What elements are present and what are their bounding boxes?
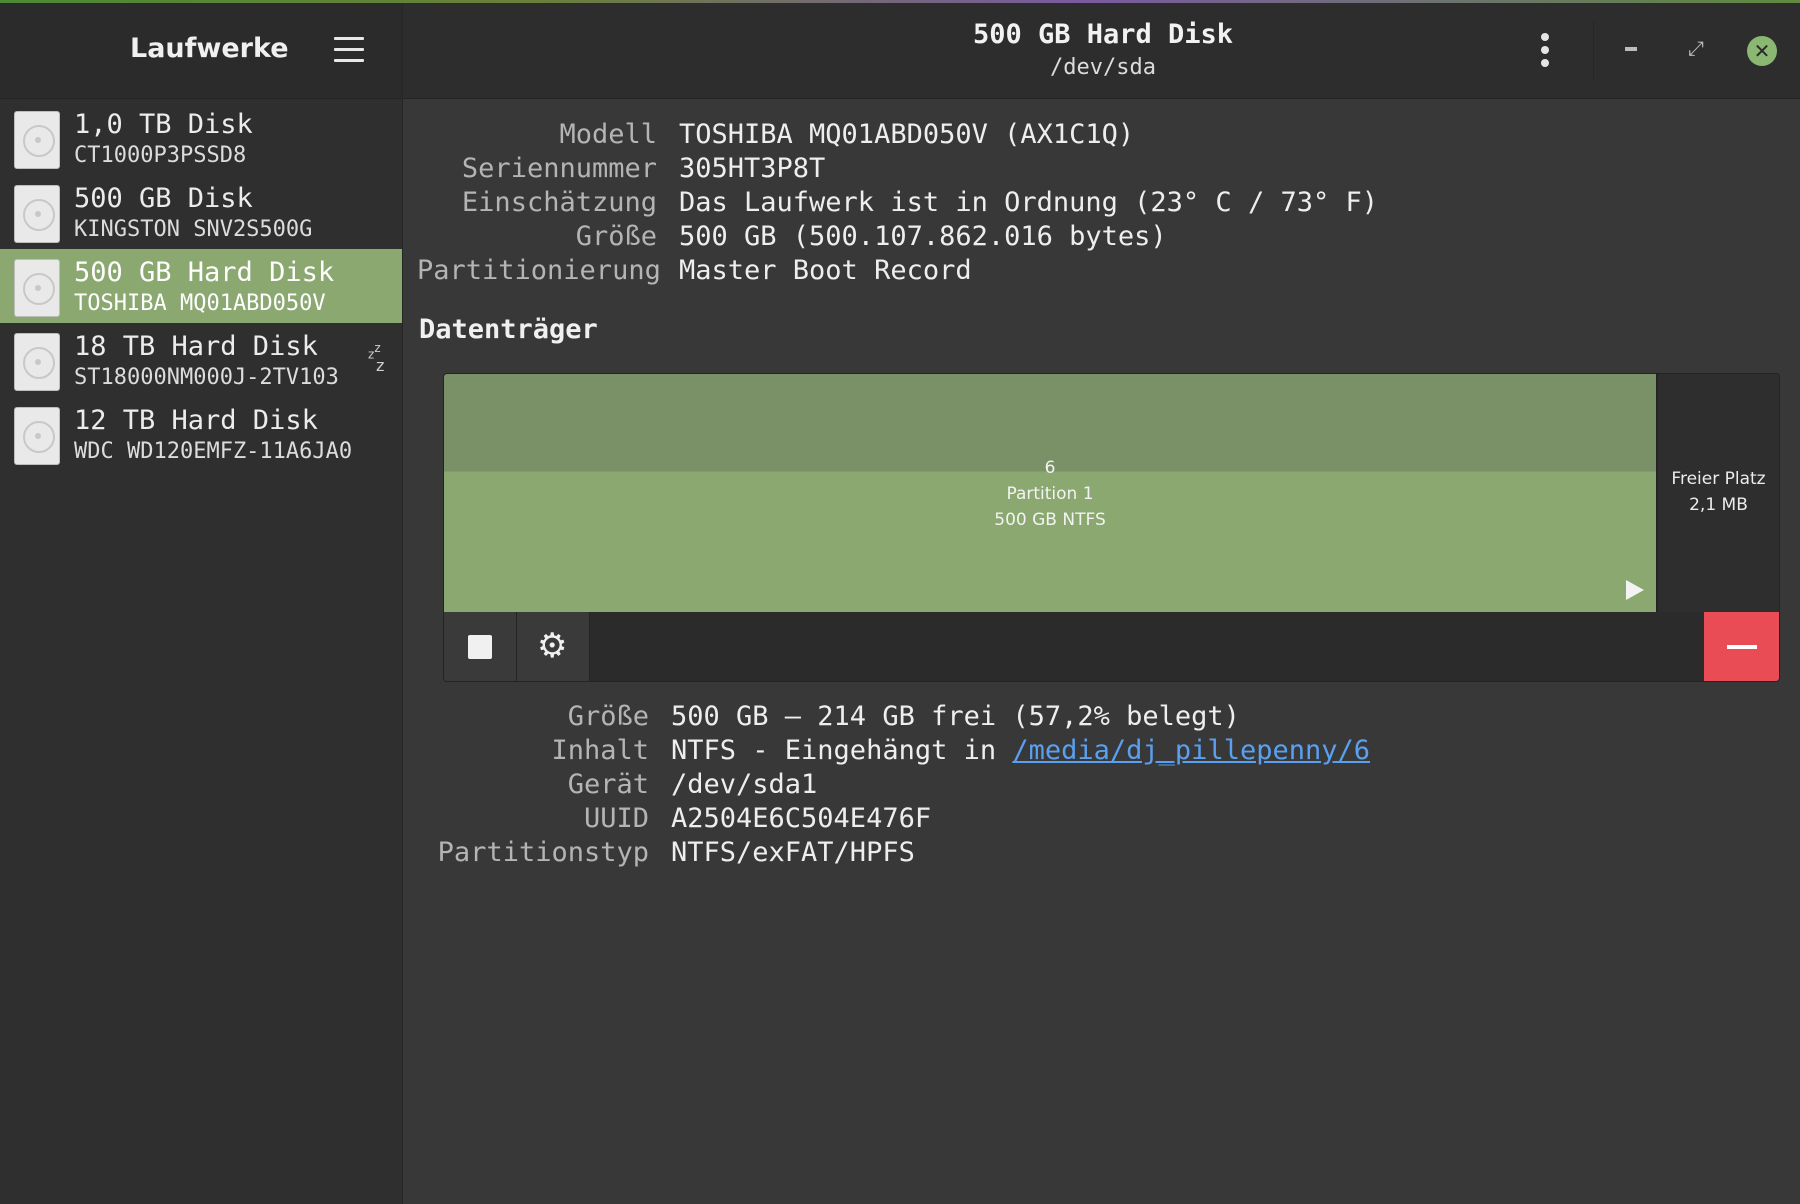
- disk-assessment-value: Das Laufwerk ist in Ordnung (23° C / 73°…: [679, 187, 1378, 218]
- volumes-section-title: Datenträger: [419, 314, 598, 345]
- drive-item-selected[interactable]: 500 GB Hard Disk TOSHIBA MQ01ABD050V: [0, 249, 402, 323]
- disk-serial-label: Seriennummer: [461, 153, 657, 184]
- volume-parttype-row: Partitionstyp NTFS/exFAT/HPFS: [423, 836, 915, 870]
- disk-partitioning-value: Master Boot Record: [679, 255, 972, 286]
- disk-drive-icon: [14, 333, 60, 391]
- volume-uuid-value: A2504E6C504E476F: [671, 803, 932, 834]
- free-space-size: 2,1 MB: [1689, 495, 1748, 515]
- drive-name: 12 TB Hard Disk: [74, 405, 318, 436]
- partition-number: 6: [1044, 458, 1056, 478]
- volume-uuid-row: UUID A2504E6C504E476F: [423, 802, 931, 836]
- disk-serial-row: Seriennummer 305HT3P8T: [417, 152, 825, 186]
- standby-sleep-icon: zz z: [368, 341, 385, 376]
- free-space-block[interactable]: Freier Platz 2,1 MB: [1658, 374, 1779, 612]
- volume-toolbar: ⚙: [444, 612, 1779, 681]
- volume-uuid-label: UUID: [583, 803, 649, 834]
- partition-desc: 500 GB NTFS: [994, 510, 1106, 530]
- drive-name: 500 GB Disk: [74, 183, 253, 214]
- header-bar: 500 GB Hard Disk /dev/sda ⤢ ✕: [403, 3, 1800, 99]
- drive-item[interactable]: 12 TB Hard Disk WDC WD120EMFZ-11A6JA0: [0, 397, 402, 471]
- delete-partition-button[interactable]: [1704, 612, 1779, 681]
- drive-model: TOSHIBA MQ01ABD050V: [74, 291, 326, 316]
- disk-assessment-label: Einschätzung: [461, 187, 657, 218]
- free-space-label: Freier Platz 2,1 MB: [1658, 466, 1779, 518]
- header-separator: [1593, 21, 1594, 81]
- drive-item[interactable]: 1,0 TB Disk CT1000P3PSSD8: [0, 101, 402, 175]
- volume-device-value: /dev/sda1: [671, 769, 818, 800]
- header-title: 500 GB Hard Disk: [972, 19, 1234, 50]
- stop-icon: [468, 635, 492, 659]
- disk-partitioning-row: Partitionierung Master Boot Record: [417, 254, 972, 288]
- drive-name: 18 TB Hard Disk: [74, 331, 318, 362]
- header-subtitle: /dev/sda: [1050, 55, 1156, 80]
- volume-content-prefix: NTFS - Eingehängt in: [671, 735, 997, 766]
- maximize-icon[interactable]: ⤢: [1688, 36, 1704, 60]
- disk-model-row: Modell TOSHIBA MQ01ABD050V (AX1C1Q): [417, 118, 1134, 152]
- disk-drive-icon: [14, 407, 60, 465]
- drive-model: KINGSTON SNV2S500G: [74, 217, 313, 242]
- more-options-icon[interactable]: [1539, 33, 1551, 69]
- volume-content-value: NTFS - Eingehängt in /media/dj_pillepenn…: [671, 735, 1370, 766]
- drive-model: CT1000P3PSSD8: [74, 143, 247, 168]
- minimize-icon[interactable]: [1625, 47, 1637, 51]
- partition-label: 6 Partition 1 500 GB NTFS: [444, 455, 1656, 533]
- drive-model: ST18000NM000J-2TV103: [74, 365, 339, 390]
- disk-size-label: Größe: [575, 221, 657, 252]
- play-icon: [1626, 580, 1644, 600]
- volume-content-row: Inhalt NTFS - Eingehängt in /media/dj_pil…: [423, 734, 1370, 768]
- drive-item[interactable]: 500 GB Disk KINGSTON SNV2S500G: [0, 175, 402, 249]
- volume-parttype-label: Partitionstyp: [437, 837, 649, 868]
- partition-name: Partition 1: [1006, 484, 1094, 504]
- close-icon[interactable]: ✕: [1747, 36, 1777, 66]
- sidebar-title: Laufwerke: [130, 33, 289, 64]
- disk-drive-icon: [14, 185, 60, 243]
- disk-partitioning-label: Partitionierung: [417, 255, 661, 286]
- disk-size-value: 500 GB (500.107.862.016 bytes): [679, 221, 1167, 252]
- disk-drive-icon: [14, 259, 60, 317]
- volume-size-label: Größe: [567, 701, 649, 732]
- mount-point-link[interactable]: /media/dj_pillepenny/6: [1012, 735, 1370, 766]
- drive-list: 1,0 TB Disk CT1000P3PSSD8 500 GB Disk KI…: [0, 101, 402, 471]
- gear-icon: ⚙: [537, 626, 568, 666]
- disk-serial-value: 305HT3P8T: [679, 153, 826, 184]
- drive-model: WDC WD120EMFZ-11A6JA0: [74, 439, 353, 464]
- volume-device-label: Gerät: [567, 769, 649, 800]
- partition-block[interactable]: 6 Partition 1 500 GB NTFS: [444, 374, 1658, 612]
- drive-item[interactable]: 18 TB Hard Disk ST18000NM000J-2TV103 zz z: [0, 323, 402, 397]
- volume-size-value: 500 GB — 214 GB frei (57,2% belegt): [671, 701, 1240, 732]
- disk-size-row: Größe 500 GB (500.107.862.016 bytes): [417, 220, 1167, 254]
- disk-assessment-row: Einschätzung Das Laufwerk ist in Ordnung …: [417, 186, 1378, 220]
- disk-model-label: Modell: [559, 119, 657, 150]
- main-content: Modell TOSHIBA MQ01ABD050V (AX1C1Q) Serie…: [403, 99, 1800, 1204]
- volume-device-row: Gerät/dev/sda1: [423, 768, 818, 802]
- disk-drive-icon: [14, 111, 60, 169]
- sidebar: Laufwerke 1,0 TB Disk CT1000P3PSSD8 500 …: [0, 3, 403, 1204]
- volume-content-label: Inhalt: [551, 735, 649, 766]
- partition-options-button[interactable]: ⚙: [517, 612, 590, 681]
- drive-name: 500 GB Hard Disk: [74, 257, 335, 288]
- volume-size-row: Größe 500 GB — 214 GB frei (57,2% belegt): [423, 700, 1240, 734]
- drive-name: 1,0 TB Disk: [74, 109, 253, 140]
- disk-model-value: TOSHIBA MQ01ABD050V (AX1C1Q): [679, 119, 1135, 150]
- hamburger-menu-icon[interactable]: [334, 37, 364, 65]
- volume-parttype-value: NTFS/exFAT/HPFS: [671, 837, 915, 868]
- free-space-title: Freier Platz: [1671, 469, 1766, 489]
- unmount-button[interactable]: [444, 612, 517, 681]
- sidebar-header: Laufwerke: [0, 3, 402, 99]
- volume-map: 6 Partition 1 500 GB NTFS Freier Platz 2…: [443, 373, 1780, 682]
